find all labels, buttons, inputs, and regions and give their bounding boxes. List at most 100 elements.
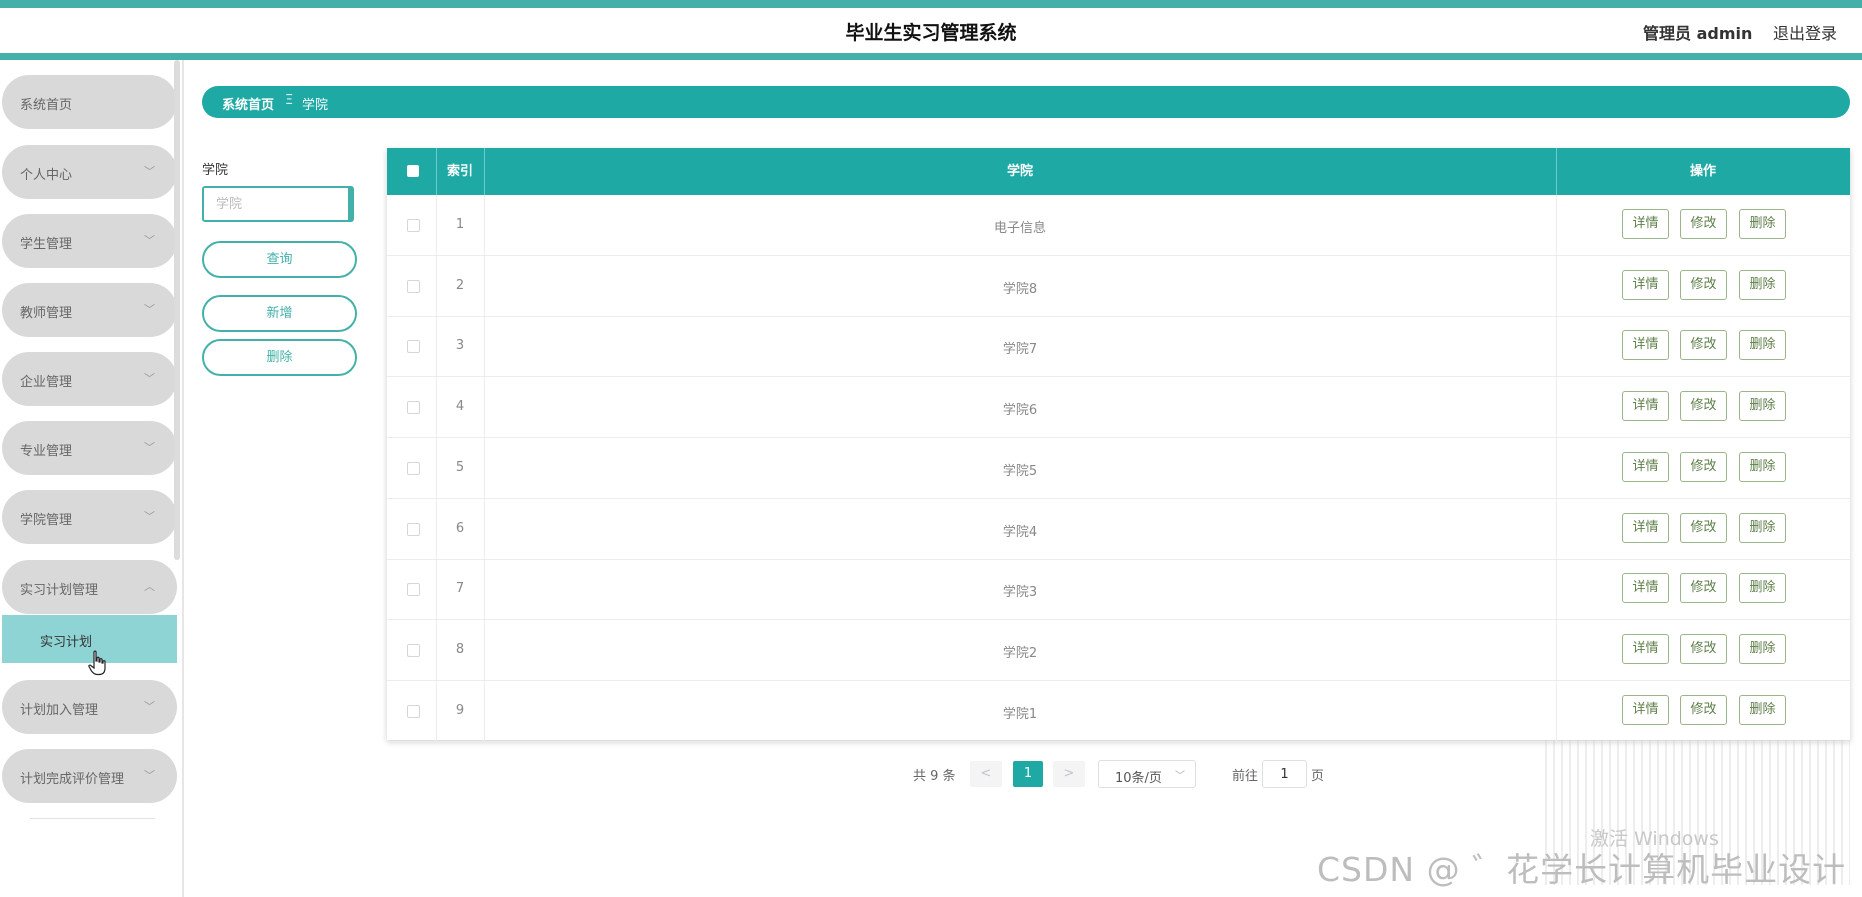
pagination-total: 共 9 条 bbox=[913, 769, 956, 784]
row-college-name: 学院2 bbox=[1002, 645, 1038, 661]
page-size-select[interactable]: 10条/页 ﹀ bbox=[1098, 760, 1196, 788]
row-checkbox[interactable] bbox=[407, 340, 420, 354]
row-index: 4 bbox=[455, 399, 465, 415]
sidebar-item-home[interactable]: 系统首页 bbox=[2, 75, 177, 129]
edit-button[interactable]: 修改 bbox=[1680, 512, 1727, 543]
delete-button[interactable]: 删除 bbox=[1739, 391, 1786, 422]
edit-button[interactable]: 修改 bbox=[1680, 330, 1727, 361]
edit-button[interactable]: 修改 bbox=[1680, 694, 1727, 725]
sidebar-scrollbar[interactable] bbox=[174, 60, 180, 560]
detail-button[interactable]: 详情 bbox=[1622, 633, 1669, 664]
sidebar-item-college-management[interactable]: 学院管理 ﹀ bbox=[2, 490, 177, 544]
row-checkbox[interactable] bbox=[407, 401, 420, 415]
detail-button[interactable]: 详情 bbox=[1622, 330, 1669, 361]
table-header: 索引 学院 操作 bbox=[387, 148, 1850, 195]
app-title: 毕业生实习管理系统 bbox=[845, 22, 1017, 44]
sidebar-item-company-management[interactable]: 企业管理 ﹀ bbox=[2, 352, 177, 406]
edit-button[interactable]: 修改 bbox=[1680, 391, 1727, 422]
table-row: 8 学院2 详情 修改 删除 bbox=[387, 619, 1850, 681]
sidebar-item-teacher-management[interactable]: 教师管理 ﹀ bbox=[2, 283, 177, 337]
delete-button[interactable]: 删除 bbox=[1739, 330, 1786, 361]
row-checkbox[interactable] bbox=[407, 583, 420, 597]
row-index: 5 bbox=[455, 459, 465, 475]
pagination-goto-input[interactable] bbox=[1262, 760, 1307, 788]
row-checkbox[interactable] bbox=[407, 461, 420, 475]
cell-divider bbox=[1556, 437, 1557, 498]
chevron-down-icon: ﹀ bbox=[144, 234, 155, 247]
sidebar-item-student-management[interactable]: 学生管理 ﹀ bbox=[2, 214, 177, 268]
edit-button[interactable]: 修改 bbox=[1680, 573, 1727, 604]
row-checkbox[interactable] bbox=[407, 219, 420, 232]
row-index: 2 bbox=[455, 277, 465, 293]
hand-cursor-icon bbox=[88, 650, 106, 676]
page-size-value: 10条/页 bbox=[1115, 771, 1162, 786]
column-header-index[interactable]: 索引 bbox=[436, 148, 484, 195]
chevron-down-icon: ﹀ bbox=[144, 303, 155, 316]
edit-button[interactable]: 修改 bbox=[1680, 451, 1727, 482]
row-college-name: 电子信息 bbox=[993, 221, 1046, 236]
header-top-border bbox=[0, 0, 1862, 8]
row-college-name: 学院6 bbox=[1002, 403, 1038, 419]
sidebar: 系统首页 个人中心 ﹀ 学生管理 ﹀ 教师管理 ﹀ 企业管理 ﹀ 专业管理 ﹀ … bbox=[0, 60, 180, 897]
csdn-watermark: CSDN @ ゛花学长计算机毕业设计 bbox=[1317, 850, 1847, 889]
header-bottom-border bbox=[0, 53, 1862, 60]
delete-button[interactable]: 删除 bbox=[1739, 512, 1786, 543]
sidebar-item-label: 教师管理 bbox=[20, 306, 73, 321]
logout-link[interactable]: 退出登录 bbox=[1773, 20, 1837, 44]
sidebar-item-major-management[interactable]: 专业管理 ﹀ bbox=[2, 421, 177, 475]
cell-divider bbox=[1556, 619, 1557, 680]
delete-button[interactable]: 删除 bbox=[1739, 633, 1786, 664]
row-index: 8 bbox=[455, 641, 465, 657]
detail-button[interactable]: 详情 bbox=[1622, 573, 1669, 604]
row-checkbox[interactable] bbox=[407, 279, 420, 293]
detail-button[interactable]: 详情 bbox=[1622, 451, 1669, 482]
select-all-checkbox[interactable] bbox=[407, 165, 419, 177]
detail-button[interactable]: 详情 bbox=[1622, 391, 1669, 422]
breadcrumb-home-link[interactable]: 系统首页 bbox=[222, 94, 274, 113]
detail-button[interactable]: 详情 bbox=[1622, 269, 1669, 300]
sidebar-item-plan-evaluation-management[interactable]: 计划完成评价管理 ﹀ bbox=[2, 749, 177, 803]
row-checkbox[interactable] bbox=[407, 704, 420, 718]
table-row: 1 电子信息 详情 修改 删除 bbox=[387, 195, 1850, 256]
header: 毕业生实习管理系统 管理员 admin 退出登录 bbox=[0, 8, 1862, 53]
delete-button[interactable]: 删除 bbox=[1739, 209, 1786, 239]
sidebar-item-personal-center[interactable]: 个人中心 ﹀ bbox=[2, 145, 177, 199]
college-search-input[interactable] bbox=[202, 186, 354, 222]
pagination-next-button[interactable]: > bbox=[1053, 761, 1085, 787]
query-button[interactable]: 查询 bbox=[202, 241, 357, 278]
detail-button[interactable]: 详情 bbox=[1622, 209, 1669, 239]
detail-button[interactable]: 详情 bbox=[1622, 512, 1669, 543]
detail-button[interactable]: 详情 bbox=[1622, 694, 1669, 725]
table-row: 4 学院6 详情 修改 删除 bbox=[387, 377, 1850, 439]
breadcrumb: 系统首页 Ξ 学院 bbox=[202, 86, 1850, 118]
pagination-page-1[interactable]: 1 bbox=[1013, 761, 1043, 787]
sidebar-end-divider bbox=[30, 818, 155, 819]
sidebar-item-internship-plan-management[interactable]: 实习计划管理 ︿ bbox=[2, 560, 177, 614]
pagination-prev-button[interactable]: < bbox=[970, 761, 1002, 787]
chevron-up-icon: ︿ bbox=[144, 580, 155, 593]
batch-delete-button[interactable]: 删除 bbox=[202, 339, 357, 376]
row-index: 7 bbox=[455, 581, 465, 597]
column-header-college[interactable]: 学院 bbox=[484, 148, 1556, 195]
sidebar-subitem-label: 实习计划 bbox=[40, 635, 93, 650]
table-row: 5 学院5 详情 修改 删除 bbox=[387, 437, 1850, 499]
breadcrumb-current: 学院 bbox=[302, 98, 329, 113]
row-college-name: 学院8 bbox=[1002, 281, 1038, 297]
edit-button[interactable]: 修改 bbox=[1680, 209, 1727, 239]
sidebar-item-plan-join-management[interactable]: 计划加入管理 ﹀ bbox=[2, 680, 177, 734]
table-row: 7 学院3 详情 修改 删除 bbox=[387, 559, 1850, 621]
edit-button[interactable]: 修改 bbox=[1680, 633, 1727, 664]
table-row: 3 学院7 详情 修改 删除 bbox=[387, 316, 1850, 378]
edit-button[interactable]: 修改 bbox=[1680, 269, 1727, 300]
row-college-name: 学院7 bbox=[1002, 342, 1038, 358]
delete-button[interactable]: 删除 bbox=[1739, 694, 1786, 725]
row-checkbox[interactable] bbox=[407, 522, 420, 536]
cell-divider bbox=[1556, 316, 1557, 377]
cell-divider bbox=[1556, 195, 1557, 255]
delete-button[interactable]: 删除 bbox=[1739, 451, 1786, 482]
row-checkbox[interactable] bbox=[407, 643, 420, 657]
add-button[interactable]: 新增 bbox=[202, 295, 357, 332]
delete-button[interactable]: 删除 bbox=[1739, 573, 1786, 604]
delete-button[interactable]: 删除 bbox=[1739, 269, 1786, 300]
row-college-name: 学院4 bbox=[1002, 524, 1038, 540]
